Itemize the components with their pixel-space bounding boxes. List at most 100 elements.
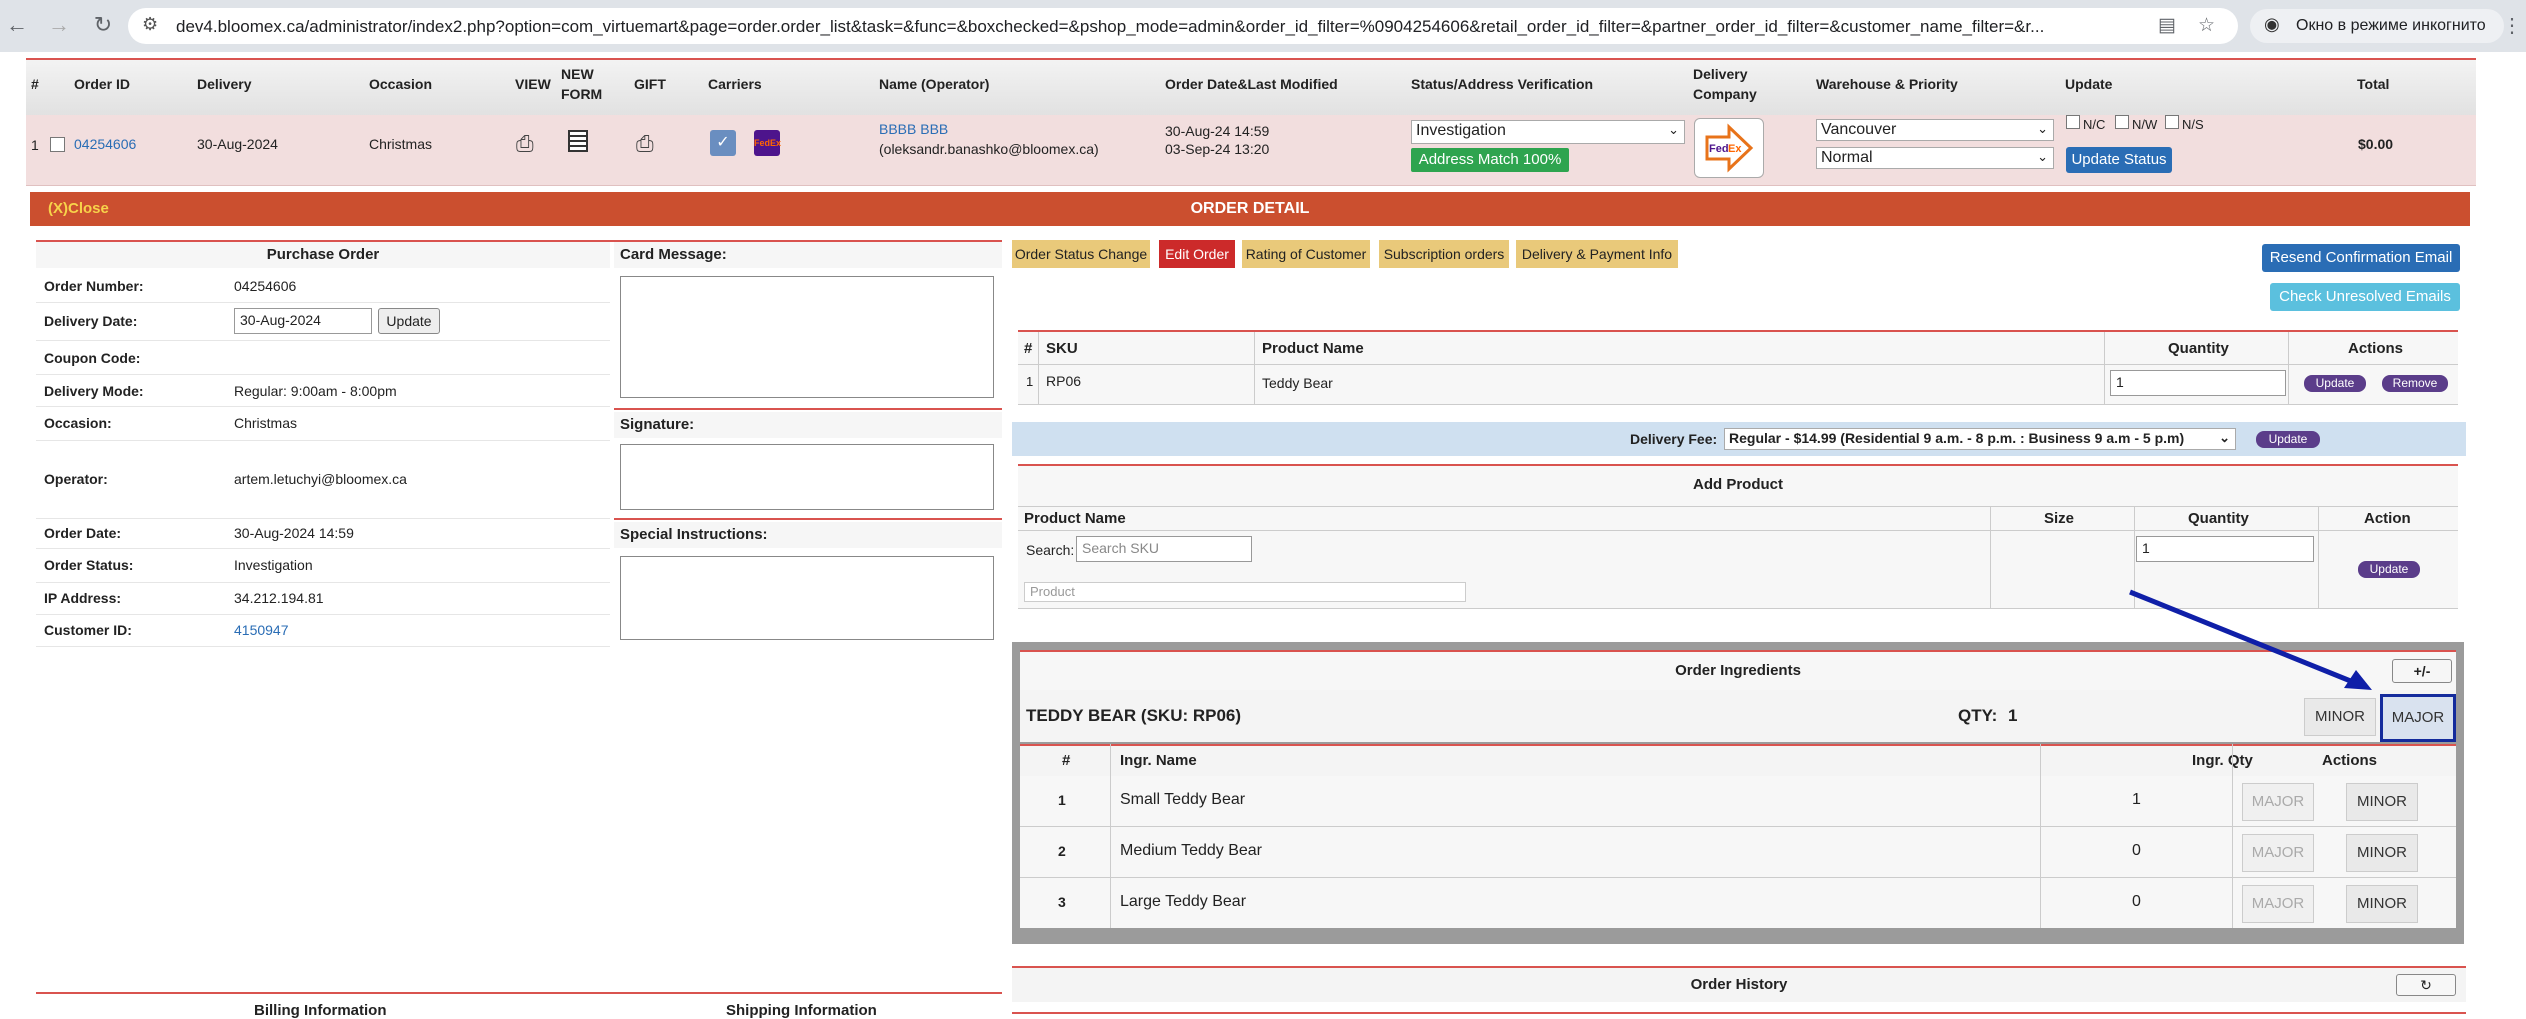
check-unresolved-emails-button[interactable]: Check Unresolved Emails [2270,283,2460,311]
po-label: Customer ID: [44,622,132,638]
divider [1018,530,2458,531]
ingredient-minor-button[interactable]: MINOR [2346,834,2418,872]
th-action: Action [2364,510,2411,527]
carrier-check-icon[interactable]: ✓ [710,130,736,156]
ingredient-major-button[interactable]: MAJOR [2242,834,2314,872]
tab-edit-order[interactable]: Edit Order [1159,240,1235,268]
divider [614,518,1002,520]
row-divider [1020,877,2456,878]
add-quantity-input[interactable]: 1 [2136,536,2314,562]
delivery-date-input[interactable]: 30-Aug-2024 [234,308,372,334]
ns-checkbox[interactable] [2165,115,2179,129]
site-settings-icon[interactable]: ⚙ [142,14,158,35]
incognito-indicator[interactable]: ◉ Окно в режиме инкогнито ⋮ [2250,9,2522,43]
chevron-down-icon: ⌄ [2037,149,2048,164]
ingredient-row-num: 1 [1058,792,1066,808]
row-checkbox[interactable] [50,137,65,152]
ingredient-row-qty: 1 [2132,791,2141,808]
th-size: Size [2044,510,2075,527]
translate-icon[interactable]: ▤ [2158,14,2176,37]
product-select-input[interactable]: Product [1024,582,1466,602]
warehouse-select[interactable]: Vancouver ⌄ [1816,119,2054,141]
forward-icon[interactable]: → [44,10,74,40]
col-delivery[interactable]: Delivery [197,76,251,92]
svg-text:Ex: Ex [1728,143,1742,155]
po-ip-row: IP Address: 34.212.194.81 [36,582,610,615]
product-remove-button[interactable]: Remove [2382,375,2448,392]
ingredient-minor-button[interactable]: MINOR [2346,885,2418,923]
tab-rating-of-customer[interactable]: Rating of Customer [1242,240,1370,268]
products-header-row [1018,332,2458,365]
col-name[interactable]: Name (Operator) [879,76,989,92]
product-major-button[interactable]: MAJOR [2380,694,2456,742]
col-total: Total [2357,76,2390,92]
col-new: NEW [561,66,594,82]
divider [1012,1012,2466,1014]
th-ingr-qty: Ingr. Qty [2192,752,2253,769]
ingredient-row-name: Medium Teddy Bear [1120,842,1262,859]
ingredient-product-name: TEDDY BEAR (SKU: RP06) [1026,706,1242,725]
incognito-label: Окно в режиме инкогнито [2296,17,2486,34]
address-match-badge: Address Match 100% [1411,148,1569,172]
col-carriers: Carriers [708,76,762,92]
divider [36,992,1002,994]
delivery-company-logo[interactable]: Fed Ex [1694,118,1764,178]
operator-email: (oleksandr.banashko@bloomex.ca) [879,141,1099,157]
po-label: Occasion: [44,415,112,431]
new-form-icon[interactable] [568,130,588,152]
back-icon[interactable]: ← [2,10,32,40]
delivery-fee-select[interactable]: Regular - $14.99 (Residential 9 a.m. - 8… [1724,428,2236,450]
customer-id-link[interactable]: 4150947 [234,622,289,638]
search-sku-input[interactable]: Search SKU [1076,536,1252,562]
col-divider [1110,744,1111,928]
ingredient-row-num: 3 [1058,894,1066,910]
reload-icon[interactable]: ↻ [88,10,118,40]
delivery-date-update-button[interactable]: Update [378,308,440,334]
card-message-textarea[interactable] [620,276,994,398]
gift-printer-icon[interactable]: ⎙ [636,131,654,157]
bookmark-star-icon[interactable]: ☆ [2198,14,2215,37]
col-order-date[interactable]: Order Date&Last Modified [1165,76,1338,92]
product-update-button[interactable]: Update [2304,375,2366,392]
order-id-link[interactable]: 04254606 [74,136,136,152]
add-product-update-button[interactable]: Update [2358,561,2420,578]
menu-kebab-icon[interactable]: ⋮ [2502,13,2522,38]
col-order-id[interactable]: Order ID [74,76,130,92]
ingredient-qty-label: QTY: [1958,706,1998,725]
row-divider [1020,826,2456,827]
fedex-carrier-icon[interactable]: FedEx [754,130,781,156]
tab-delivery-payment-info[interactable]: Delivery & Payment Info [1516,240,1678,268]
ingredient-major-button[interactable]: MAJOR [2242,885,2314,923]
ingredient-major-button[interactable]: MAJOR [2242,783,2314,821]
po-coupon-row: Coupon Code: [36,340,610,375]
update-status-button[interactable]: Update Status [2066,147,2172,173]
product-minor-button[interactable]: MINOR [2304,698,2376,736]
po-value: Investigation [234,557,313,573]
po-label: IP Address: [44,590,122,606]
special-instructions-textarea[interactable] [620,556,994,640]
order-history-title: Order History [1690,976,1788,993]
priority-select[interactable]: Normal ⌄ [1816,147,2054,169]
product-quantity-input[interactable]: 1 [2110,370,2286,396]
tab-subscription-orders[interactable]: Subscription orders [1379,240,1509,268]
url-text[interactable]: dev4.bloomex.ca/administrator/index2.php… [176,17,2166,37]
status-select[interactable]: Investigation ⌄ [1411,120,1685,144]
delivery-fee-update-button[interactable]: Update [2256,431,2320,448]
address-bar[interactable]: ⚙ dev4.bloomex.ca/administrator/index2.p… [128,8,2238,44]
nw-checkbox[interactable] [2115,115,2129,129]
tab-order-status-change[interactable]: Order Status Change [1012,240,1150,268]
view-printer-icon[interactable]: ⎙ [516,131,534,157]
po-delivery-date-row: Delivery Date: 30-Aug-2024 Update [36,302,610,341]
th-num: # [1062,752,1071,769]
signature-textarea[interactable] [620,444,994,510]
resend-confirmation-button[interactable]: Resend Confirmation Email [2262,244,2460,272]
ingredient-minor-button[interactable]: MINOR [2346,783,2418,821]
nc-checkbox[interactable] [2066,115,2080,129]
ingredient-row-name: Small Teddy Bear [1120,791,1246,808]
col-gift: GIFT [634,76,666,92]
customer-name-link[interactable]: BBBB BBB [879,121,948,137]
po-operator-row: Operator: artem.letuchyi@bloomex.ca [36,440,610,519]
refresh-icon[interactable]: ↻ [2396,974,2456,996]
col-delivery-company-1: Delivery [1693,66,1748,82]
ingredients-toggle-button[interactable]: +/- [2392,659,2452,683]
